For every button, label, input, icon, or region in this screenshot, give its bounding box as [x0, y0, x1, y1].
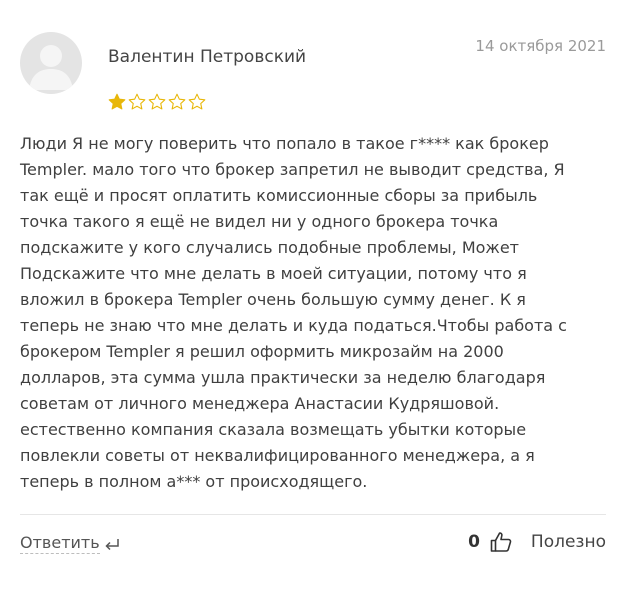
star-outline-icon	[148, 93, 166, 110]
user-avatar-icon	[29, 45, 73, 90]
reply-label: Ответить	[20, 533, 100, 554]
review-text-line: точка такого я ещё не видел ни у одного …	[20, 212, 499, 231]
review-text-line: советам от личного менеджера Анастасии К…	[20, 394, 500, 413]
review-text-line: естественно компания сказала возмещать у…	[20, 420, 527, 439]
review-text: Люди Я не могу поверить что попало в так…	[20, 131, 610, 495]
review-text-line: подскажите у кого случались подобные про…	[20, 238, 519, 257]
thumbs-up-icon[interactable]	[489, 530, 513, 554]
review-text-line: долларов, эта сумма ушла практически за …	[20, 368, 546, 387]
review-date: 14 октября 2021	[475, 37, 606, 55]
reply-button[interactable]: Ответить	[20, 533, 120, 554]
star-filled-icon	[108, 93, 126, 110]
review-text-line: Подскажите что мне делать в моей ситуаци…	[20, 264, 527, 283]
review-text-line: так ещё и просят оплатить комиссионные с…	[20, 186, 538, 205]
review-card: Валентин Петровский 14 октября 2021 Люди…	[0, 0, 629, 592]
review-text-line: теперь не знаю что мне делать и куда под…	[20, 316, 567, 335]
review-text-line: повлекли советы от неквалифицированного …	[20, 446, 535, 465]
star-outline-icon	[128, 93, 146, 110]
review-text-line: теперь в полном а*** от происходящего.	[20, 472, 368, 491]
review-text-line: брокером Templer я решил оформить микроз…	[20, 342, 504, 361]
review-text-line: вложил в брокера Templer очень большую с…	[20, 290, 526, 309]
avatar	[20, 32, 82, 94]
reply-arrow-icon	[105, 538, 119, 550]
author-name: Валентин Петровский	[108, 47, 307, 67]
like-count: 0	[468, 532, 480, 552]
review-text-line: Люди Я не могу поверить что попало в так…	[20, 134, 549, 153]
useful-label[interactable]: Полезно	[531, 532, 606, 552]
review-text-line: Templer. мало того что брокер запретил н…	[20, 160, 565, 179]
like-area: 0 Полезно	[468, 530, 606, 554]
star-outline-icon	[188, 93, 206, 110]
star-outline-icon	[168, 93, 186, 110]
divider	[20, 514, 606, 515]
rating-stars	[108, 93, 206, 111]
